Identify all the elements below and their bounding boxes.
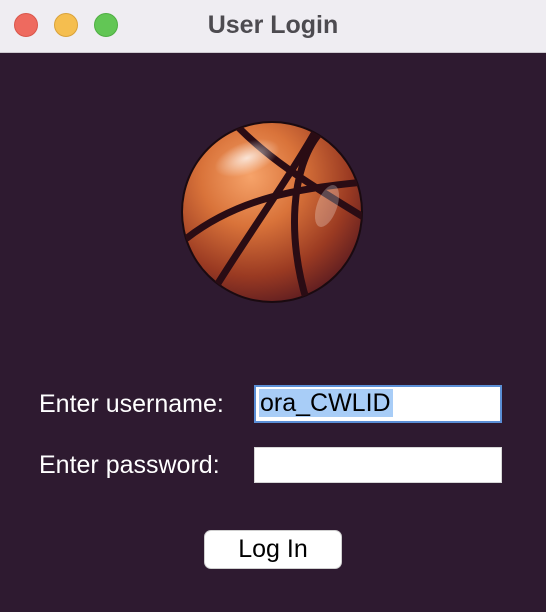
window-title: User Login (207, 11, 339, 39)
username-value: ora_CWLID (259, 389, 393, 417)
password-label: Enter password: (39, 451, 220, 479)
login-window: User Login Enter username: ora_CWLID Ent… (0, 0, 546, 612)
basketball-icon (179, 118, 367, 308)
login-button[interactable]: Log In (204, 530, 342, 569)
username-label: Enter username: (39, 390, 224, 418)
title-bar[interactable]: User Login (0, 0, 546, 53)
password-field[interactable] (254, 447, 502, 483)
username-field[interactable]: ora_CWLID (254, 385, 502, 423)
